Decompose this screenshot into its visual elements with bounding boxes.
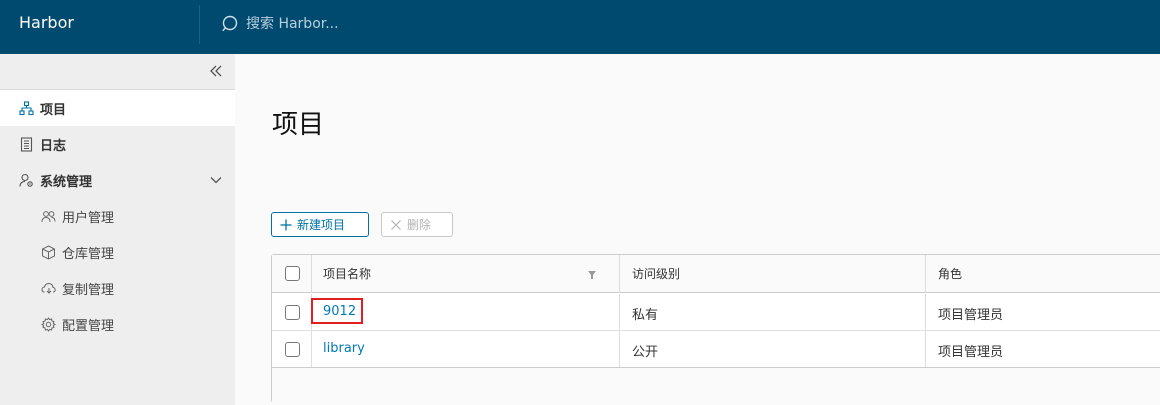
sidebar-item-logs[interactable]: 日志 (0, 126, 235, 162)
column-divider (925, 294, 926, 330)
sidebar-item-replications[interactable]: 复制管理 (0, 270, 235, 306)
column-divider (925, 255, 926, 293)
sidebar-item-label: 用户管理 (62, 210, 115, 226)
page-title: 项目 (272, 110, 325, 140)
sidebar-item-system-admin[interactable]: 系统管理 (0, 162, 235, 198)
row-checkbox[interactable] (285, 342, 300, 357)
plus-icon (280, 219, 292, 230)
access-level-value: 私有 (632, 308, 659, 323)
new-project-label: 新建项目 (297, 218, 346, 232)
role-value: 项目管理员 (938, 308, 1004, 323)
app-header: Harbor (0, 0, 1160, 54)
cloud-sync-icon (41, 281, 56, 296)
log-document-icon (19, 136, 34, 152)
sidebar-item-label: 配置管理 (62, 318, 115, 334)
project-name-link[interactable]: library (323, 341, 365, 356)
projects-table: 项目名称 访问级别 角色 9012 私有 项目管理员 library 公开 项目… (271, 254, 1160, 403)
search-icon (222, 15, 238, 32)
filter-icon[interactable] (587, 270, 597, 280)
row-checkbox[interactable] (285, 305, 300, 320)
user-admin-icon (19, 173, 34, 188)
table-header: 项目名称 访问级别 角色 (272, 255, 1160, 293)
delete-button[interactable]: 删除 (381, 212, 453, 237)
sidebar-item-label: 日志 (40, 138, 67, 154)
sidebar-item-projects[interactable]: 项目 (0, 90, 235, 126)
column-divider (619, 331, 620, 367)
sidebar: 项目 日志 系统管理 用户管理 仓库管理 复制管理 配置管理 (0, 54, 235, 405)
role-value: 项目管理员 (938, 345, 1004, 360)
table-row: 9012 私有 项目管理员 (272, 294, 1160, 330)
sidebar-item-label: 仓库管理 (62, 246, 115, 262)
column-header-access-level[interactable]: 访问级别 (632, 265, 680, 282)
project-name-link[interactable]: 9012 (323, 304, 356, 319)
column-header-role[interactable]: 角色 (938, 265, 962, 282)
search-input[interactable] (246, 16, 506, 32)
sidebar-item-label: 项目 (40, 102, 67, 118)
delete-label: 删除 (407, 218, 432, 232)
sidebar-item-users[interactable]: 用户管理 (0, 198, 235, 234)
table-row: library 公开 项目管理员 (272, 331, 1160, 367)
sidebar-item-label: 复制管理 (62, 282, 115, 298)
users-icon (41, 209, 56, 224)
collapse-sidebar-icon[interactable] (207, 62, 225, 80)
close-icon (391, 219, 401, 230)
organization-icon (19, 100, 34, 116)
box-icon (41, 244, 56, 260)
new-project-button[interactable]: 新建项目 (271, 212, 369, 237)
brand-logo[interactable]: Harbor (19, 13, 74, 32)
sidebar-item-label: 系统管理 (40, 174, 93, 190)
access-level-value: 公开 (632, 345, 659, 360)
column-divider (925, 331, 926, 367)
sidebar-item-registries[interactable]: 仓库管理 (0, 234, 235, 270)
chevron-down-icon[interactable] (209, 173, 223, 187)
header-divider (199, 5, 200, 44)
table-footer (272, 367, 1160, 403)
column-divider (311, 255, 312, 293)
column-divider (311, 331, 312, 367)
column-header-project-name[interactable]: 项目名称 (323, 265, 371, 282)
column-divider (619, 294, 620, 330)
sidebar-item-configuration[interactable]: 配置管理 (0, 306, 235, 342)
settings-icon (41, 316, 56, 332)
select-all-checkbox[interactable] (285, 266, 300, 281)
global-search[interactable] (222, 13, 522, 35)
column-divider (619, 255, 620, 293)
